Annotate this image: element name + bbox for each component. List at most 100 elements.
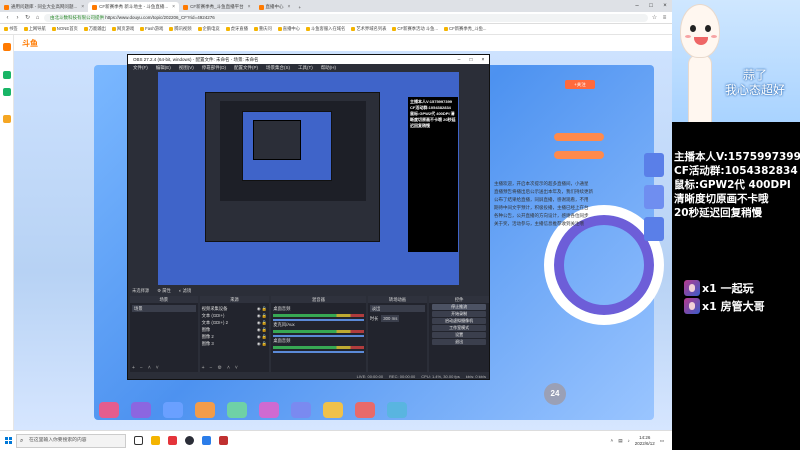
- bookmark-item[interactable]: 书签: [4, 26, 18, 32]
- side-thumbnail[interactable]: [644, 153, 664, 177]
- back-icon[interactable]: ‹: [4, 15, 11, 21]
- close-window-icon[interactable]: ×: [477, 57, 489, 63]
- gift-icon[interactable]: [259, 402, 279, 418]
- sidebar-app-icon[interactable]: [3, 115, 11, 123]
- down-icon[interactable]: ˅: [235, 365, 238, 372]
- gift-icon[interactable]: [291, 402, 311, 418]
- browser-tab[interactable]: 通用问题库 - 同业大业高网问题... ×: [0, 2, 88, 12]
- menu-icon[interactable]: ≡: [661, 15, 668, 21]
- visibility-lock-icon[interactable]: ◉ 🔒: [257, 333, 267, 340]
- gift-icon[interactable]: [355, 402, 375, 418]
- side-thumbnail[interactable]: [644, 185, 664, 209]
- obs-control-button[interactable]: 开始录制: [432, 311, 486, 317]
- site-logo[interactable]: 斗鱼: [22, 38, 38, 49]
- visibility-lock-icon[interactable]: ◉ 🔒: [257, 326, 267, 333]
- source-item[interactable]: 图像 ◉ 🔒: [202, 326, 268, 333]
- properties-button[interactable]: ⚙ 属性: [157, 288, 171, 294]
- visibility-lock-icon[interactable]: ◉ 🔒: [257, 305, 267, 312]
- bookmark-item[interactable]: 直播中心: [277, 26, 300, 32]
- app-icon[interactable]: [202, 436, 211, 445]
- volume-slider[interactable]: [273, 351, 364, 353]
- bookmark-item[interactable]: 上网导航: [23, 26, 46, 32]
- bookmark-item[interactable]: NONE首页: [51, 26, 78, 32]
- sidebar-app-icon[interactable]: [3, 71, 11, 79]
- obs-menu-item[interactable]: 停靠部件(D): [202, 65, 226, 71]
- source-item[interactable]: 图像 3 ◉ 🔒: [202, 340, 268, 347]
- url-input[interactable]: 由北斗数科技有限公司提供 https://www.douyu.com/topic…: [44, 13, 648, 22]
- source-item[interactable]: 图像 2 ◉ 🔒: [202, 333, 268, 340]
- minimize-icon[interactable]: –: [630, 3, 644, 9]
- gift-icon[interactable]: [387, 402, 407, 418]
- sidebar-app-icon[interactable]: [3, 43, 11, 51]
- volume-icon[interactable]: ♪: [627, 438, 629, 443]
- gift-icon[interactable]: [195, 402, 215, 418]
- bookmark-item[interactable]: 腾讯视频: [169, 26, 192, 32]
- task-view-icon[interactable]: [134, 436, 143, 445]
- remove-icon[interactable]: −: [210, 365, 213, 372]
- down-icon[interactable]: ˅: [156, 365, 159, 372]
- obs-menu-item[interactable]: 编辑(E): [156, 65, 171, 71]
- tray-up-icon[interactable]: ˄: [611, 438, 614, 443]
- start-button[interactable]: [0, 431, 16, 450]
- bookmark-item[interactable]: CF新赛季活动 斗鱼...: [392, 26, 438, 32]
- gift-icon[interactable]: [99, 402, 119, 418]
- gift-icon[interactable]: [163, 402, 183, 418]
- file-explorer-icon[interactable]: [151, 436, 160, 445]
- obs-control-button[interactable]: 启动虚拟摄像机: [432, 318, 486, 324]
- obs-control-button[interactable]: 设置: [432, 332, 486, 338]
- visibility-lock-icon[interactable]: ◉ 🔒: [257, 340, 267, 347]
- notification-icon[interactable]: ▭: [660, 438, 664, 444]
- app-icon[interactable]: [219, 436, 228, 445]
- minimize-icon[interactable]: –: [453, 57, 465, 63]
- obs-menu-item[interactable]: 视图(V): [179, 65, 194, 71]
- remove-icon[interactable]: −: [140, 365, 143, 372]
- action-pill-button[interactable]: [554, 133, 604, 141]
- visibility-lock-icon[interactable]: ◉ 🔒: [257, 319, 267, 326]
- obs-menu-item[interactable]: 帮助(H): [321, 65, 336, 71]
- close-icon[interactable]: ×: [248, 4, 251, 10]
- filters-button[interactable]: ◐ 滤镜: [179, 288, 191, 294]
- browser-tab[interactable]: CF新赛季秀_斗鱼直播平台 ×: [179, 2, 254, 12]
- browser-tab[interactable]: 直播中心 ×: [255, 2, 295, 12]
- obs-preview[interactable]: 主播本人V:1575997399 CF活动群:1054382834 鼠标:GPW…: [158, 72, 459, 285]
- obs-menu-item[interactable]: 文件(F): [133, 65, 148, 71]
- obs-control-button[interactable]: 工作室模式: [432, 325, 486, 331]
- bookmark-item[interactable]: 万能输出: [83, 26, 106, 32]
- close-icon[interactable]: ×: [81, 4, 84, 10]
- bookmark-item[interactable]: 虎牙直播: [225, 26, 248, 32]
- home-icon[interactable]: ⌂: [34, 15, 41, 21]
- forward-icon[interactable]: ›: [14, 15, 21, 21]
- obs-menu-item[interactable]: 工具(T): [298, 65, 313, 71]
- scene-item[interactable]: 场景: [132, 305, 196, 312]
- bookmark-item[interactable]: 网页游戏: [111, 26, 134, 32]
- add-icon[interactable]: +: [202, 365, 205, 372]
- obs-menu-item[interactable]: 场景集合(S): [266, 65, 290, 71]
- obs-control-button[interactable]: 退出: [432, 339, 486, 345]
- sidebar-app-icon[interactable]: [3, 88, 11, 96]
- source-item[interactable]: 文本 (GDI+) 2 ◉ 🔒: [202, 319, 268, 326]
- up-icon[interactable]: ˄: [227, 365, 230, 372]
- source-item[interactable]: 视频采集设备 ◉ 🔒: [202, 305, 268, 312]
- source-item[interactable]: 文本 (GDI+) ◉ 🔒: [202, 312, 268, 319]
- obs-menu-item[interactable]: 配置文件(P): [234, 65, 258, 71]
- taskbar-search-input[interactable]: ⌕ 在这里输入你要搜索的内容: [16, 433, 126, 448]
- gear-icon[interactable]: ⚙: [217, 365, 221, 372]
- bookmark-item[interactable]: 企鹅电竞: [197, 26, 220, 32]
- close-icon[interactable]: ×: [172, 4, 175, 10]
- transition-select[interactable]: 淡出: [369, 305, 426, 312]
- gift-icon[interactable]: [323, 402, 343, 418]
- star-icon[interactable]: ☆: [651, 14, 658, 21]
- gift-icon[interactable]: [227, 402, 247, 418]
- gift-icon[interactable]: [131, 402, 151, 418]
- bookmark-item[interactable]: CF新赛季秀_斗鱼...: [444, 26, 487, 32]
- browser-tab-active[interactable]: CF新赛季秀 新斗地主 - 斗鱼直播... ×: [88, 2, 180, 12]
- bookmark-item[interactable]: 重庆问: [253, 26, 272, 32]
- maximize-icon[interactable]: □: [465, 57, 477, 63]
- action-pill-button[interactable]: [554, 151, 604, 159]
- duration-input[interactable]: 300 ms: [381, 315, 400, 322]
- close-window-icon[interactable]: ×: [658, 3, 672, 9]
- bookmark-item[interactable]: 斗鱼客服入在域名: [305, 26, 345, 32]
- obs-icon[interactable]: [185, 436, 194, 445]
- network-icon[interactable]: ▤: [618, 438, 622, 444]
- follow-button[interactable]: +关注: [565, 80, 595, 89]
